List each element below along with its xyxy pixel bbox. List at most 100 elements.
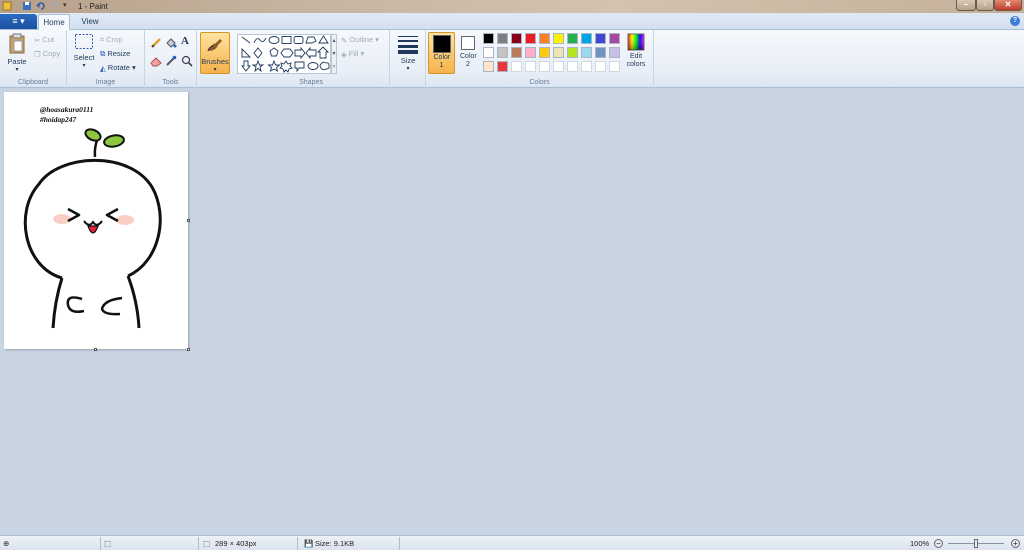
text-tool-icon[interactable]: A	[181, 35, 189, 47]
cloud-callout-shape-icon	[319, 61, 330, 71]
palette-swatch[interactable]	[609, 33, 620, 44]
redo-icon[interactable]	[50, 1, 60, 11]
fill-button[interactable]: ◈ Fill ▾	[341, 49, 364, 59]
palette-swatch[interactable]	[511, 47, 522, 58]
shapes-gallery[interactable]	[237, 34, 331, 74]
palette-swatch[interactable]	[525, 47, 536, 58]
palette-swatch[interactable]	[511, 33, 522, 44]
undo-icon[interactable]	[36, 1, 46, 11]
palette-swatch-empty[interactable]	[567, 61, 578, 72]
eraser-icon[interactable]	[150, 55, 162, 67]
quick-access-dropdown-icon[interactable]: ▾	[63, 1, 73, 11]
resize-handle-corner[interactable]	[187, 348, 190, 351]
paste-button[interactable]: Paste ▾	[6, 33, 28, 73]
right-arrow-shape-icon	[294, 46, 306, 60]
brushes-group: Brushes ▾	[197, 30, 233, 88]
select-icon	[75, 34, 93, 49]
palette-swatch[interactable]	[483, 61, 494, 72]
palette-swatch[interactable]	[539, 33, 550, 44]
tab-home[interactable]: Home	[38, 14, 70, 30]
select-label: Select	[73, 53, 95, 62]
cut-button[interactable]: ✂ Cut	[34, 35, 54, 45]
right-arm	[100, 296, 123, 316]
rotate-button[interactable]: ◭ Rotate ▾	[100, 63, 136, 73]
scissors-icon: ✂	[34, 35, 41, 45]
shapes-gallery-scroll[interactable]: ▴ ▾ ▿	[331, 34, 337, 74]
brushes-label: Brushes	[201, 57, 229, 66]
palette-swatch-empty[interactable]	[539, 61, 550, 72]
canvas-dimensions: 289 × 403px	[215, 539, 257, 548]
color-picker-icon[interactable]	[165, 55, 177, 67]
right-eye	[105, 207, 119, 223]
crop-button[interactable]: ⌗ Crop	[100, 35, 123, 45]
palette-swatch[interactable]	[539, 47, 550, 58]
close-button[interactable]: ✕	[994, 0, 1022, 11]
maximize-button[interactable]: ▫	[976, 0, 994, 11]
resize-handle-bottom[interactable]	[94, 348, 97, 351]
pentagon-shape-icon	[269, 47, 279, 57]
resize-icon: ⧉	[100, 49, 106, 59]
palette-swatch[interactable]	[497, 33, 508, 44]
palette-swatch-empty[interactable]	[581, 61, 592, 72]
left-arrow-shape-icon	[305, 46, 317, 60]
palette-swatch-empty[interactable]	[595, 61, 606, 72]
palette-swatch[interactable]	[483, 33, 494, 44]
title-bar: ▾ 1 - Paint – ▫ ✕	[0, 0, 1024, 13]
palette-swatch[interactable]	[483, 47, 494, 58]
resize-handle-right[interactable]	[187, 219, 190, 222]
fill-bucket-icon[interactable]	[165, 37, 177, 49]
palette-swatch[interactable]	[497, 61, 508, 72]
palette-swatch[interactable]	[581, 47, 592, 58]
five-point-star-shape-icon	[267, 59, 281, 72]
tab-view[interactable]: View	[74, 14, 106, 30]
brushes-dropdown-icon: ▾	[213, 67, 217, 73]
edit-colors-button[interactable]: Edit colors	[624, 33, 648, 69]
brushes-button[interactable]: Brushes ▾	[200, 32, 230, 74]
ribbon: Paste ▾ ✂ Cut ❐ Copy Clipboard Select ▾ ⌗ C…	[0, 30, 1024, 88]
body-left-side	[51, 277, 64, 329]
color1-swatch	[432, 35, 451, 53]
palette-swatch[interactable]	[595, 33, 606, 44]
status-divider	[297, 537, 298, 550]
palette-swatch[interactable]	[525, 33, 536, 44]
selection-size-icon: ⬚	[104, 539, 112, 548]
palette-swatch[interactable]	[595, 47, 606, 58]
rounded-callout-shape-icon	[294, 61, 305, 73]
select-button[interactable]: Select ▾	[72, 33, 96, 69]
minimize-button[interactable]: –	[956, 0, 976, 11]
curve-shape-icon	[253, 37, 267, 44]
palette-swatch[interactable]	[567, 47, 578, 58]
size-button[interactable]: Size ▾	[393, 34, 423, 72]
clipboard-group: Paste ▾ ✂ Cut ❐ Copy Clipboard	[0, 30, 67, 88]
palette-swatch-empty[interactable]	[511, 61, 522, 72]
canvas-area[interactable]: @hoasakura0111 #hoidap247	[0, 88, 1024, 535]
palette-swatch-empty[interactable]	[609, 61, 620, 72]
palette-swatch[interactable]	[581, 33, 592, 44]
copy-button[interactable]: ❐ Copy	[34, 49, 60, 59]
mouth-outline	[83, 220, 103, 226]
outline-button[interactable]: ✎ Outline ▾	[341, 35, 379, 45]
paint-app-icon[interactable]	[2, 1, 12, 11]
help-icon[interactable]: ?	[1010, 16, 1020, 26]
palette-swatch-empty[interactable]	[525, 61, 536, 72]
color2-button[interactable]: Color 2	[457, 32, 479, 74]
zoom-in-button[interactable]: +	[1011, 539, 1020, 548]
drawing-canvas[interactable]: @hoasakura0111 #hoidap247	[4, 92, 188, 349]
zoom-out-button[interactable]: −	[934, 539, 943, 548]
resize-button[interactable]: ⧉ Resize	[100, 49, 130, 59]
palette-swatch[interactable]	[567, 33, 578, 44]
magnifier-icon[interactable]	[181, 55, 193, 67]
pencil-icon[interactable]	[150, 37, 162, 49]
rounded-rectangle-shape-icon	[293, 36, 304, 44]
palette-swatch[interactable]	[609, 47, 620, 58]
zoom-slider-thumb[interactable]	[974, 539, 978, 548]
palette-swatch[interactable]	[553, 33, 564, 44]
brush-icon	[207, 39, 222, 52]
palette-swatch[interactable]	[497, 47, 508, 58]
palette-swatch-empty[interactable]	[553, 61, 564, 72]
file-menu-button[interactable]: ≡ ▾	[0, 14, 37, 29]
palette-swatch[interactable]	[553, 47, 564, 58]
edit-colors-label: Edit colors	[626, 53, 646, 68]
color1-button[interactable]: Color 1	[428, 32, 455, 74]
save-icon[interactable]	[22, 1, 32, 11]
